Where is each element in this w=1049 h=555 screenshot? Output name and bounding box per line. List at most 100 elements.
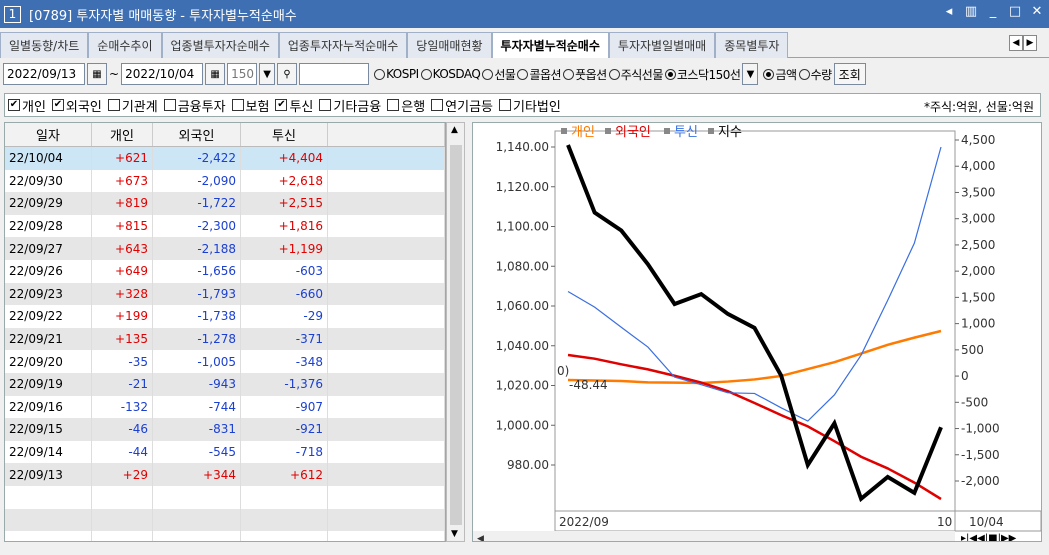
tab-6[interactable]: 투자자별일별매매 (608, 32, 716, 58)
table-row[interactable]: 22/09/20 -35 -1,005 -348 (5, 350, 445, 373)
table-row[interactable]: 22/09/15 -46 -831 -921 (5, 418, 445, 441)
market-radio-label: 주식선물 (620, 67, 664, 82)
header-date[interactable]: 일자 (5, 123, 92, 146)
chevron-down-icon[interactable]: ▼ (742, 63, 759, 85)
scroll-up-icon[interactable]: ▲ (451, 125, 458, 135)
tab-7[interactable]: 종목별투자 (715, 32, 789, 58)
table-cell (241, 485, 328, 509)
table-cell: 22/09/19 (5, 372, 92, 396)
table-cell (328, 214, 445, 238)
market-radio-2[interactable]: 선물 (482, 66, 516, 83)
right-tick-label: 3,000 (961, 212, 995, 226)
close-button[interactable]: ✕ (1029, 4, 1045, 19)
maximize-button[interactable]: □ (1007, 4, 1023, 19)
filter-1[interactable]: ✔ 외국인 (51, 96, 102, 115)
market-radio-5[interactable]: 주식선물 (608, 66, 664, 83)
right-tick-label: -1,500 (961, 448, 1000, 462)
market-radio-1[interactable]: KOSDAQ (420, 66, 481, 83)
table-cell (328, 463, 445, 486)
market-radio-label: KOSPI (386, 67, 419, 81)
filter-3[interactable]: 금융투자 (163, 96, 226, 115)
header-foreign[interactable]: 외국인 (153, 123, 241, 146)
toolbar: 2022/09/13 ▦ ~ 2022/10/04 ▦ 150 ▼ ⚲ KOSP… (0, 61, 1049, 87)
table-row[interactable]: 22/09/21 +135 -1,278 -371 (5, 327, 445, 351)
table-cell: +673 (92, 169, 153, 193)
filter-0[interactable]: ✔ 개인 (8, 96, 46, 115)
table-row[interactable]: 22/09/29 +819 -1,722 +2,515 (5, 192, 445, 215)
table-row[interactable]: 22/09/16 -132 -744 -907 (5, 395, 445, 419)
vertical-scrollbar[interactable]: ▲ ▼ (446, 122, 465, 542)
scroll-down-icon[interactable]: ▼ (451, 529, 458, 539)
table-cell: 22/09/16 (5, 395, 92, 419)
table-cell: +815 (92, 214, 153, 238)
radio-circle-icon (420, 68, 432, 80)
tab-5[interactable]: 투자자별누적순매수 (491, 32, 609, 58)
x-label: 10 (937, 515, 952, 529)
market-radio-6[interactable]: 코스닥150선 (664, 66, 741, 83)
filter-label: 연기금등 (445, 99, 493, 115)
table-cell: +4,404 (241, 147, 328, 170)
chevron-right-icon[interactable]: ▶ (1023, 35, 1037, 51)
scroll-thumb[interactable] (450, 145, 462, 525)
tab-0[interactable]: 일별동향/차트 (0, 32, 89, 58)
market-radio-3[interactable]: 콜옵션 (517, 66, 562, 83)
screen-icon[interactable]: ▥ (963, 4, 979, 19)
market-radio-label: 선물 (494, 67, 516, 82)
start-date-input[interactable]: 2022/09/13 (3, 63, 85, 85)
filter-2[interactable]: 기관계 (107, 96, 158, 115)
radio-circle-icon (798, 68, 810, 80)
checkbox-icon (431, 99, 444, 111)
table-row[interactable] (5, 531, 445, 541)
table-cell: -1,656 (153, 259, 241, 283)
count-select[interactable]: 150 (227, 63, 258, 85)
filter-9[interactable]: 기타법인 (499, 96, 561, 115)
table-row[interactable]: 22/09/14 -44 -545 -718 (5, 440, 445, 464)
table-cell (241, 508, 328, 532)
table-row[interactable]: 22/09/23 +328 -1,793 -660 (5, 282, 445, 306)
calendar-icon[interactable]: ▦ (87, 63, 107, 85)
tab-3[interactable]: 업종투자자누적순매수 (278, 32, 408, 58)
table-row[interactable]: 22/09/22 +199 -1,738 -29 (5, 305, 445, 328)
calendar-icon[interactable]: ▦ (205, 63, 226, 85)
filter-5[interactable]: ✔ 투신 (275, 96, 313, 115)
table-cell (328, 440, 445, 464)
table-row[interactable]: 22/09/13 +29 +344 +612 (5, 463, 445, 486)
tab-1[interactable]: 순매수추이 (88, 32, 162, 58)
table-row[interactable]: 22/09/19 -21 -943 -1,376 (5, 372, 445, 396)
checkbox-icon: ✔ (51, 99, 64, 111)
market-radio-4[interactable]: 풋옵션 (563, 66, 607, 83)
table-row[interactable]: 22/10/04 +621 -2,422 +4,404 (5, 147, 445, 170)
search-button[interactable]: 조회 (833, 63, 866, 85)
table-cell: -1,793 (153, 282, 241, 306)
unit-radio-1[interactable]: 수량 (798, 66, 832, 83)
table-cell (328, 147, 445, 170)
plot-area (554, 130, 956, 512)
table-row[interactable]: 22/09/30 +673 -2,090 +2,618 (5, 169, 445, 193)
chevron-down-icon[interactable]: ▼ (259, 63, 276, 85)
filter-6[interactable]: 기타금융 (319, 96, 381, 115)
pin-icon[interactable]: ◂ (941, 4, 957, 19)
filter-4[interactable]: 보험 (231, 96, 269, 115)
header-individual[interactable]: 개인 (92, 123, 153, 146)
tab-4[interactable]: 당일매매현황 (407, 32, 492, 58)
table-row[interactable]: 22/09/28 +815 -2,300 +1,816 (5, 214, 445, 238)
table-row[interactable] (5, 508, 445, 532)
table-cell: +819 (92, 192, 153, 215)
search-icon[interactable]: ⚲ (277, 63, 298, 85)
header-trust[interactable]: 투신 (241, 123, 328, 146)
chart-panel: 1,140.00 1,120.00 1,100.00 1,080.00 1,060.00… (472, 122, 1042, 544)
table-cell: +2,618 (241, 169, 328, 193)
filter-8[interactable]: 연기금등 (431, 96, 493, 115)
code-input[interactable] (299, 63, 370, 85)
filter-7[interactable]: 은행 (387, 96, 425, 115)
table-cell (328, 350, 445, 373)
table-row[interactable]: 22/09/26 +649 -1,656 -603 (5, 259, 445, 283)
table-row[interactable] (5, 485, 445, 509)
end-date-input[interactable]: 2022/10/04 (121, 63, 204, 85)
tab-2[interactable]: 업종별투자자순매수 (161, 32, 279, 58)
unit-radio-0[interactable]: 금액 (763, 66, 797, 83)
market-radio-0[interactable]: KOSPI (374, 66, 419, 83)
minimize-button[interactable]: _ (985, 4, 1001, 19)
chevron-left-icon[interactable]: ◀ (1009, 35, 1023, 51)
table-row[interactable]: 22/09/27 +643 -2,188 +1,199 (5, 237, 445, 260)
